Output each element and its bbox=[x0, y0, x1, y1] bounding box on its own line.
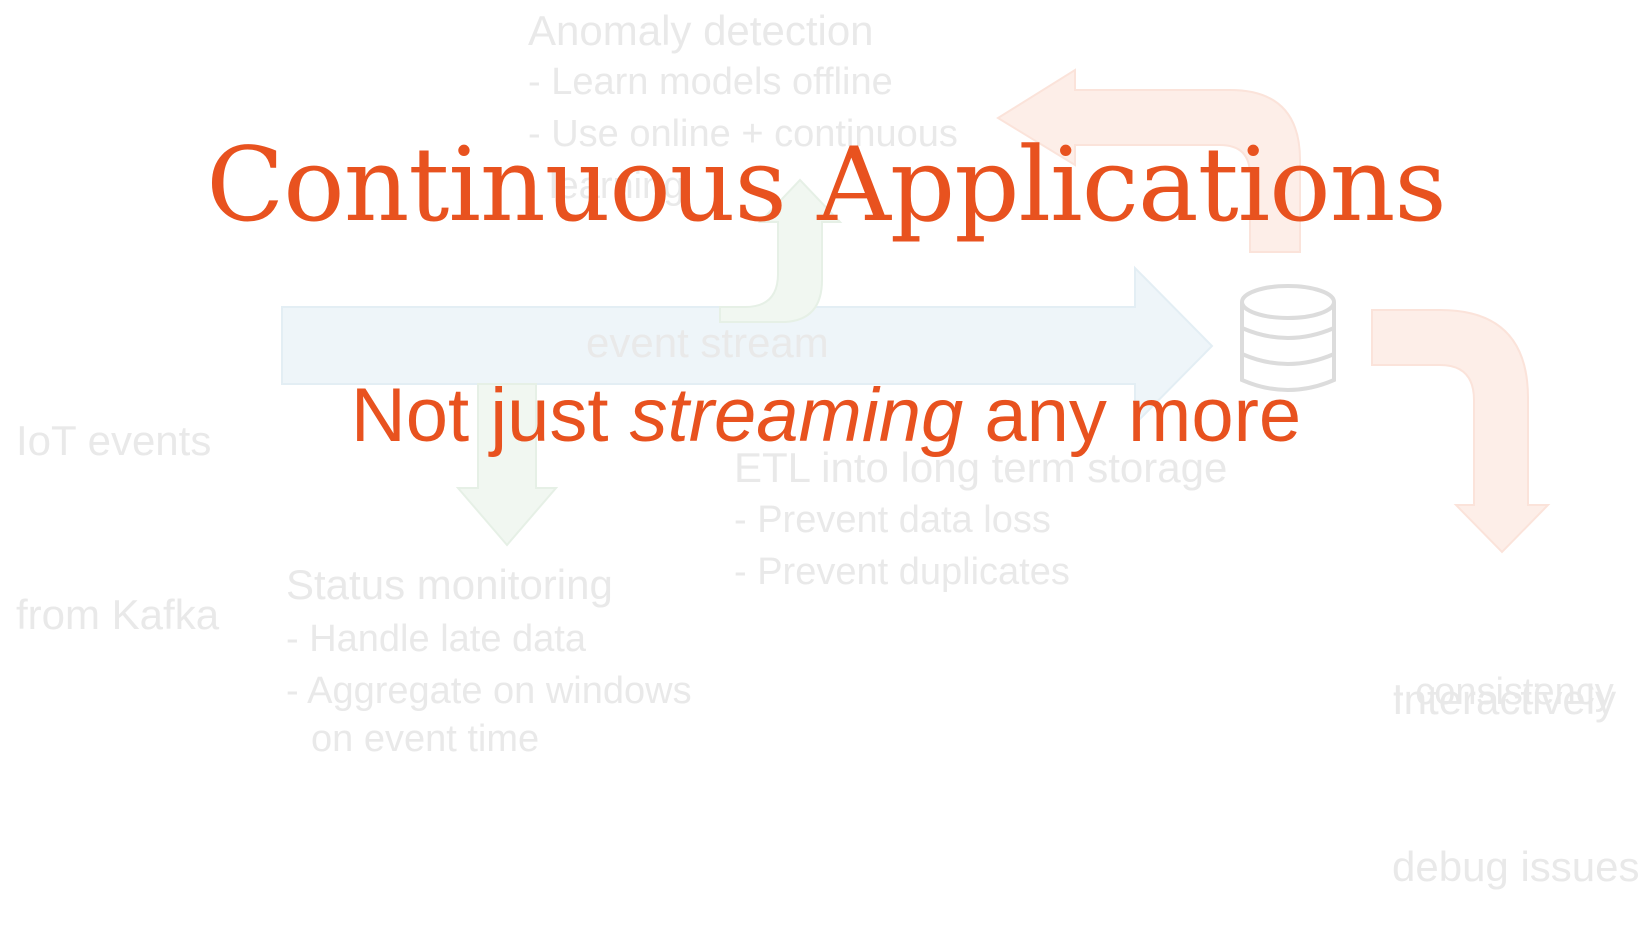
status-line: on event time bbox=[311, 718, 540, 760]
interactive-line: - consistency bbox=[1392, 671, 1614, 713]
anomaly-title: Anomaly detection bbox=[528, 7, 874, 54]
status-line: - Aggregate on windows bbox=[286, 670, 692, 712]
status-title: Status monitoring bbox=[286, 561, 613, 608]
subtitle-emphasis: streaming bbox=[629, 373, 964, 458]
subtitle-text: Not just bbox=[350, 373, 630, 458]
slide-subtitle: Not just streaming any more bbox=[0, 374, 1652, 458]
etl-line: - Prevent data loss bbox=[734, 499, 1051, 541]
status-line: - Handle late data bbox=[286, 618, 586, 660]
source-line: from Kafka bbox=[16, 590, 220, 638]
subtitle-text: any more bbox=[963, 373, 1302, 458]
slide-title: Continuous Applications bbox=[206, 126, 1447, 245]
event-stream-label: event stream bbox=[586, 319, 829, 366]
anomaly-line: - Learn models offline bbox=[528, 61, 893, 103]
source-label: IoT events from Kafka bbox=[16, 296, 219, 702]
interactive-title-line: debug issues bbox=[1392, 843, 1640, 891]
etl-line: - Prevent duplicates bbox=[734, 551, 1070, 593]
